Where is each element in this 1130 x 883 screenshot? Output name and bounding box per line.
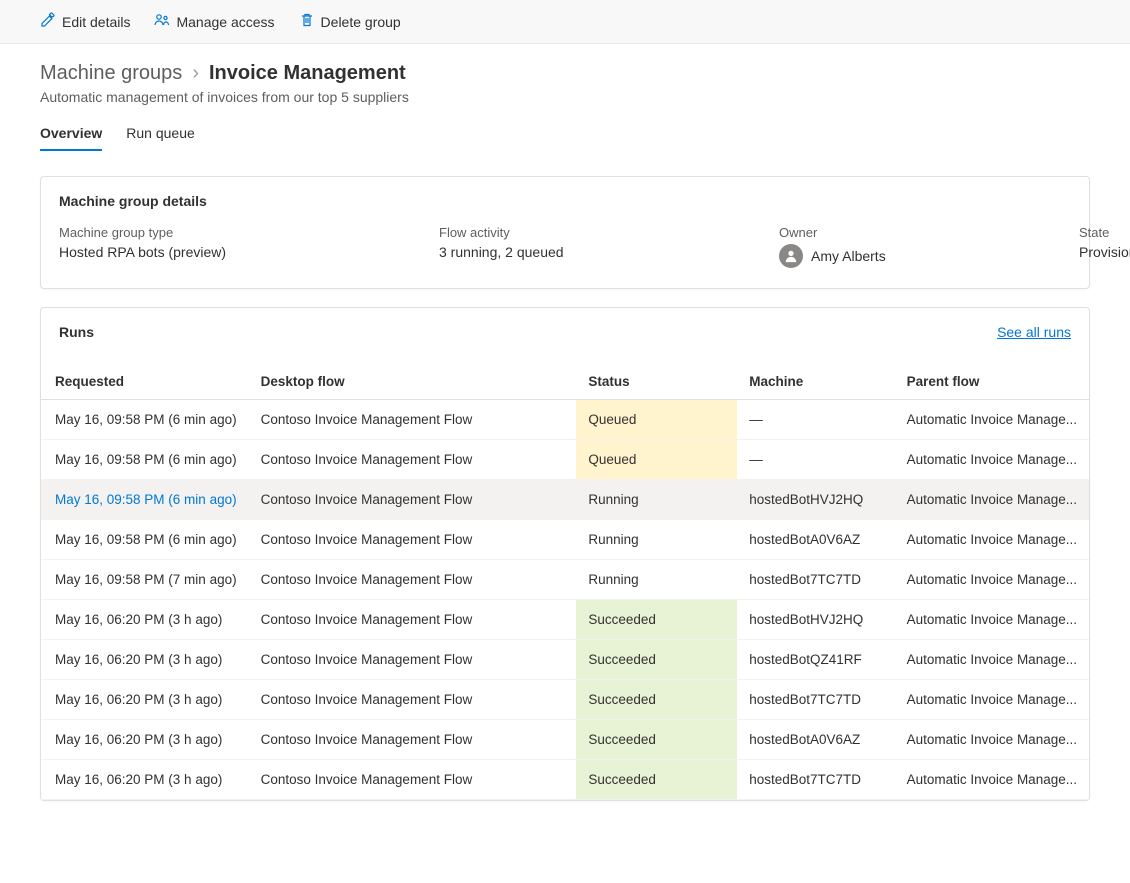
type-label: Machine group type: [59, 225, 399, 240]
details-title: Machine group details: [41, 177, 1089, 225]
run-flow: Contoso Invoice Management Flow: [249, 440, 577, 480]
runs-table: Requested Desktop flow Status Machine Pa…: [41, 364, 1089, 800]
run-requested: May 16, 09:58 PM (6 min ago): [41, 400, 249, 440]
run-parent: Automatic Invoice Manage...: [895, 520, 1089, 560]
breadcrumb: Machine groups › Invoice Management: [40, 62, 1090, 85]
run-flow: Contoso Invoice Management Flow: [249, 480, 577, 520]
run-flow: Contoso Invoice Management Flow: [249, 680, 577, 720]
table-row[interactable]: May 16, 09:58 PM (6 min ago)Contoso Invo…: [41, 400, 1089, 440]
run-parent: Automatic Invoice Manage...: [895, 720, 1089, 760]
run-parent: Automatic Invoice Manage...: [895, 560, 1089, 600]
run-status: Running: [576, 520, 737, 560]
state-value: Provisioned: [1079, 244, 1130, 260]
col-parent-flow[interactable]: Parent flow: [895, 364, 1089, 400]
delete-group-button[interactable]: Delete group: [299, 12, 401, 31]
run-machine: hostedBotQZ41RF: [737, 640, 894, 680]
run-machine: hostedBot7TC7TD: [737, 680, 894, 720]
manage-access-button[interactable]: Manage access: [154, 12, 274, 31]
run-machine: hostedBotA0V6AZ: [737, 520, 894, 560]
run-status: Succeeded: [576, 720, 737, 760]
tab-overview[interactable]: Overview: [40, 125, 102, 151]
col-desktop-flow[interactable]: Desktop flow: [249, 364, 577, 400]
run-parent: Automatic Invoice Manage...: [895, 440, 1089, 480]
runs-card: Runs See all runs Requested Desktop flow…: [40, 307, 1090, 801]
run-parent: Automatic Invoice Manage...: [895, 480, 1089, 520]
details-card: Machine group details Machine group type…: [40, 176, 1090, 289]
run-parent: Automatic Invoice Manage...: [895, 760, 1089, 800]
breadcrumb-root[interactable]: Machine groups: [40, 62, 182, 85]
toolbar: Edit details Manage access Delete group: [0, 0, 1130, 44]
runs-title: Runs: [59, 324, 94, 340]
see-all-runs-link[interactable]: See all runs: [997, 324, 1071, 340]
run-status: Running: [576, 480, 737, 520]
run-flow: Contoso Invoice Management Flow: [249, 640, 577, 680]
table-row[interactable]: May 16, 06:20 PM (3 h ago)Contoso Invoic…: [41, 640, 1089, 680]
run-machine: hostedBotHVJ2HQ: [737, 600, 894, 640]
run-machine: hostedBotHVJ2HQ: [737, 480, 894, 520]
run-flow: Contoso Invoice Management Flow: [249, 760, 577, 800]
pencil-icon: [40, 12, 56, 31]
activity-label: Flow activity: [439, 225, 739, 240]
edit-details-label: Edit details: [62, 14, 130, 30]
run-parent: Automatic Invoice Manage...: [895, 680, 1089, 720]
run-requested: May 16, 09:58 PM (6 min ago): [41, 440, 249, 480]
run-status: Running: [576, 560, 737, 600]
table-row[interactable]: May 16, 09:58 PM (6 min ago)Contoso Invo…: [41, 480, 1089, 520]
run-parent: Automatic Invoice Manage...: [895, 640, 1089, 680]
table-row[interactable]: May 16, 06:20 PM (3 h ago)Contoso Invoic…: [41, 720, 1089, 760]
page-subtitle: Automatic management of invoices from ou…: [40, 89, 1090, 105]
tab-run-queue[interactable]: Run queue: [126, 125, 195, 151]
run-requested: May 16, 06:20 PM (3 h ago): [41, 680, 249, 720]
run-flow: Contoso Invoice Management Flow: [249, 600, 577, 640]
table-row[interactable]: May 16, 09:58 PM (6 min ago)Contoso Invo…: [41, 520, 1089, 560]
edit-details-button[interactable]: Edit details: [40, 12, 130, 31]
run-flow: Contoso Invoice Management Flow: [249, 720, 577, 760]
activity-value: 3 running, 2 queued: [439, 244, 739, 260]
run-flow: Contoso Invoice Management Flow: [249, 400, 577, 440]
table-row[interactable]: May 16, 06:20 PM (3 h ago)Contoso Invoic…: [41, 600, 1089, 640]
people-icon: [154, 12, 170, 31]
run-machine: —: [737, 400, 894, 440]
manage-access-label: Manage access: [176, 14, 274, 30]
run-status: Succeeded: [576, 760, 737, 800]
owner-label: Owner: [779, 225, 1039, 240]
run-parent: Automatic Invoice Manage...: [895, 400, 1089, 440]
run-status: Queued: [576, 400, 737, 440]
run-requested: May 16, 06:20 PM (3 h ago): [41, 720, 249, 760]
run-requested: May 16, 09:58 PM (6 min ago): [41, 520, 249, 560]
run-status: Succeeded: [576, 600, 737, 640]
breadcrumb-current: Invoice Management: [209, 62, 406, 85]
run-status: Succeeded: [576, 680, 737, 720]
delete-group-label: Delete group: [321, 14, 401, 30]
run-requested: May 16, 09:58 PM (6 min ago): [41, 480, 249, 520]
run-parent: Automatic Invoice Manage...: [895, 600, 1089, 640]
table-row[interactable]: May 16, 09:58 PM (6 min ago)Contoso Invo…: [41, 440, 1089, 480]
run-requested: May 16, 06:20 PM (3 h ago): [41, 640, 249, 680]
table-row[interactable]: May 16, 09:58 PM (7 min ago)Contoso Invo…: [41, 560, 1089, 600]
run-requested: May 16, 06:20 PM (3 h ago): [41, 760, 249, 800]
avatar-icon: [779, 244, 803, 268]
run-machine: hostedBotA0V6AZ: [737, 720, 894, 760]
run-machine: hostedBot7TC7TD: [737, 560, 894, 600]
owner-value: Amy Alberts: [811, 248, 886, 264]
col-requested[interactable]: Requested: [41, 364, 249, 400]
state-label: State: [1079, 225, 1130, 240]
table-row[interactable]: May 16, 06:20 PM (3 h ago)Contoso Invoic…: [41, 760, 1089, 800]
run-status: Queued: [576, 440, 737, 480]
table-row[interactable]: May 16, 06:20 PM (3 h ago)Contoso Invoic…: [41, 680, 1089, 720]
run-machine: hostedBot7TC7TD: [737, 760, 894, 800]
run-machine: —: [737, 440, 894, 480]
run-requested: May 16, 06:20 PM (3 h ago): [41, 600, 249, 640]
col-machine[interactable]: Machine: [737, 364, 894, 400]
run-requested: May 16, 09:58 PM (7 min ago): [41, 560, 249, 600]
chevron-right-icon: ›: [192, 62, 199, 85]
type-value: Hosted RPA bots (preview): [59, 244, 399, 260]
run-status: Succeeded: [576, 640, 737, 680]
tabs: Overview Run queue: [40, 125, 1090, 152]
run-flow: Contoso Invoice Management Flow: [249, 520, 577, 560]
col-status[interactable]: Status: [576, 364, 737, 400]
trash-icon: [299, 12, 315, 31]
run-flow: Contoso Invoice Management Flow: [249, 560, 577, 600]
